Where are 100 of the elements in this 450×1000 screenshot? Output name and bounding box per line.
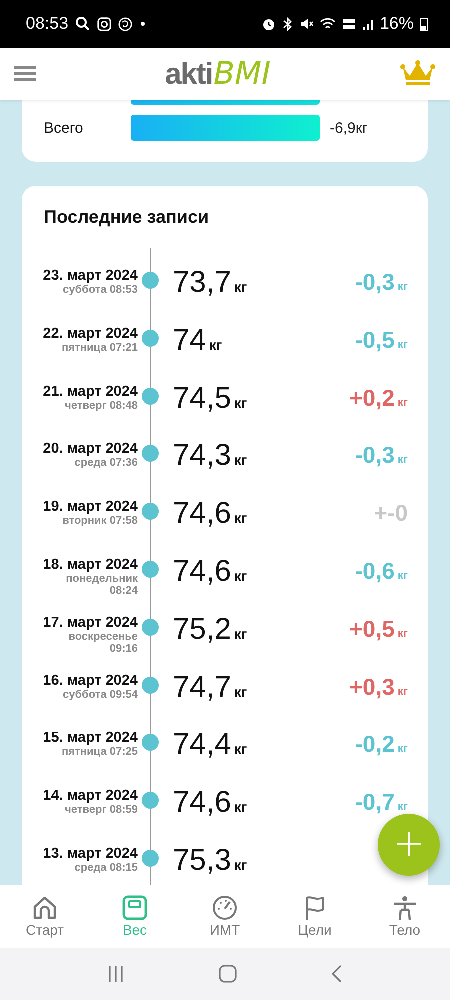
weight-change: +0,5 bbox=[350, 616, 395, 643]
change-unit: кг bbox=[398, 338, 408, 351]
timeline-dot bbox=[142, 792, 159, 810]
weight-unit: кг bbox=[234, 510, 248, 526]
entry-date: 22. март 2024 bbox=[43, 326, 138, 342]
entry-time: понедельник 08:24 bbox=[65, 572, 138, 597]
timeline-dot bbox=[142, 676, 159, 694]
change-unit: кг bbox=[398, 743, 408, 756]
entry-weight: 74,7 bbox=[173, 670, 232, 705]
entry-weight: 74,4 bbox=[173, 728, 232, 762]
scale-icon bbox=[122, 895, 148, 921]
timeline-dot bbox=[142, 388, 159, 405]
nav-tab[interactable]: Вес bbox=[90, 885, 180, 948]
timeline-dot bbox=[142, 560, 159, 578]
entry-weight: 75,2 bbox=[173, 612, 232, 647]
body-icon bbox=[392, 895, 418, 921]
entry-date: 13. март 2024 bbox=[43, 846, 138, 862]
entry-date: 19. март 2024 bbox=[43, 499, 138, 516]
nav-tab[interactable]: ИМТ bbox=[180, 885, 270, 948]
entry-weight: 74,6 bbox=[173, 786, 232, 820]
entry-date: 20. март 2024 bbox=[43, 441, 138, 458]
status-time: 08:53 bbox=[26, 14, 69, 34]
notification-dot-icon bbox=[138, 20, 147, 28]
search-icon bbox=[74, 16, 91, 32]
summary-label: Всего bbox=[44, 120, 84, 136]
change-unit: кг bbox=[398, 801, 408, 814]
entry-date: 15. март 2024 bbox=[43, 730, 138, 746]
home-button-icon[interactable] bbox=[219, 965, 237, 983]
entry-weight: 74,6 bbox=[173, 554, 232, 589]
entry-date: 14. март 2024 bbox=[43, 788, 138, 804]
weight-change: +0,3 bbox=[350, 674, 395, 701]
weight-unit: кг bbox=[209, 336, 222, 353]
weight-change: -0,7 bbox=[355, 789, 395, 816]
wifi-icon bbox=[320, 17, 336, 31]
entry-time: воскресенье 09:16 bbox=[68, 630, 138, 655]
app-icon bbox=[118, 16, 133, 32]
entry-date: 18. март 2024 bbox=[43, 556, 138, 573]
timeline-dot bbox=[142, 272, 159, 289]
menu-icon[interactable] bbox=[14, 66, 36, 82]
weight-unit: кг bbox=[234, 799, 248, 816]
signal-icon bbox=[362, 17, 374, 31]
change-unit: кг bbox=[398, 396, 408, 409]
weight-unit: кг bbox=[234, 452, 248, 468]
weight-unit: кг bbox=[234, 626, 248, 642]
entry-weight: 75,3 bbox=[173, 844, 232, 878]
entry-weight: 74,6 bbox=[173, 497, 232, 532]
nav-tab[interactable]: Тело bbox=[360, 885, 450, 948]
entry-time: пятница 07:25 bbox=[60, 746, 138, 758]
entry-date: 23. март 2024 bbox=[43, 268, 138, 284]
timeline-dot bbox=[142, 850, 159, 867]
battery-icon bbox=[420, 17, 428, 31]
entry-time: вторник 07:58 bbox=[62, 515, 138, 528]
summary-value: -6,9кг bbox=[330, 120, 368, 136]
entry-date: 21. март 2024 bbox=[43, 384, 138, 400]
change-unit: кг bbox=[398, 686, 408, 698]
timeline-dot bbox=[142, 618, 159, 636]
nav-tab[interactable]: Цели bbox=[270, 885, 360, 948]
entry-time: четверг 08:59 bbox=[64, 804, 138, 816]
entry-time: суббота 09:54 bbox=[62, 688, 138, 701]
card-title: Последние записи bbox=[44, 207, 210, 228]
entry-weight: 74 bbox=[173, 324, 206, 358]
entry-time: среда 08:15 bbox=[74, 862, 138, 874]
weight-unit: кг bbox=[234, 741, 248, 758]
entry-weight: 74,3 bbox=[173, 439, 232, 474]
change-unit: кг bbox=[398, 454, 408, 466]
camera-icon bbox=[96, 16, 112, 32]
app-logo: aktiBMI bbox=[165, 56, 271, 92]
change-unit: кг bbox=[398, 628, 408, 640]
timeline-dot bbox=[142, 330, 159, 347]
bluetooth-icon bbox=[282, 16, 294, 32]
weight-change: -0,3 bbox=[355, 269, 395, 296]
weight-change: -0,3 bbox=[355, 442, 395, 470]
entry-time: четверг 08:48 bbox=[64, 400, 138, 412]
timeline-dot bbox=[142, 734, 159, 752]
weight-unit: кг bbox=[234, 279, 248, 295]
entry-weight: 73,7 bbox=[173, 266, 232, 300]
weight-unit: кг bbox=[234, 568, 248, 584]
change-unit: кг bbox=[398, 281, 408, 293]
weight-change: -0,5 bbox=[355, 326, 395, 354]
entry-weight: 74,5 bbox=[173, 382, 232, 416]
nav-tab[interactable]: Старт bbox=[0, 885, 90, 948]
gauge-icon bbox=[212, 895, 238, 921]
timeline-dot bbox=[142, 445, 159, 462]
weight-change: +0,2 bbox=[350, 384, 395, 412]
weight-change: -0,6 bbox=[355, 558, 395, 585]
weight-unit: кг bbox=[234, 856, 248, 873]
timeline-dot bbox=[142, 503, 159, 520]
battery-percent: 16% bbox=[380, 14, 414, 34]
entry-date: 17. март 2024 bbox=[43, 614, 138, 631]
weight-unit: кг bbox=[234, 684, 248, 700]
change-unit: кг bbox=[398, 570, 408, 582]
entry-date: 16. март 2024 bbox=[43, 672, 138, 689]
alarm-icon bbox=[262, 16, 276, 32]
weight-change: -0,2 bbox=[355, 731, 395, 758]
entry-time: суббота 08:53 bbox=[62, 284, 138, 296]
weight-unit: кг bbox=[234, 394, 248, 411]
back-icon[interactable] bbox=[331, 965, 343, 983]
entry-time: пятница 07:21 bbox=[60, 342, 138, 354]
recent-apps-icon[interactable] bbox=[107, 965, 125, 983]
entry-time: среда 07:36 bbox=[74, 457, 138, 470]
